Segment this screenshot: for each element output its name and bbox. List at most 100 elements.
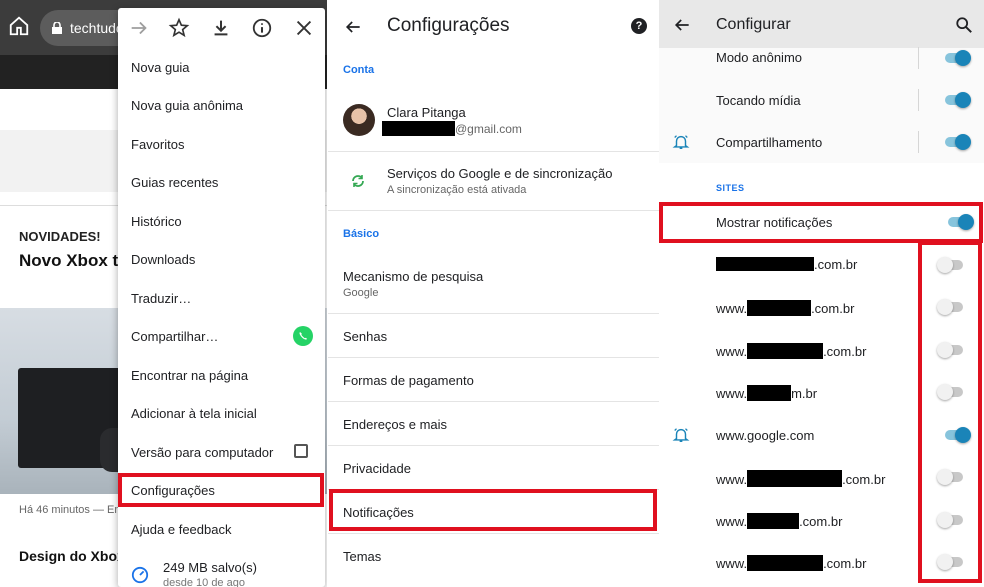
settings-item-privacy[interactable]: Privacidade	[343, 461, 411, 476]
redacted-domain	[747, 300, 812, 316]
whatsapp-icon[interactable]	[293, 326, 313, 346]
redacted-domain	[747, 385, 792, 401]
divider	[328, 210, 659, 211]
settings-panel: Configurações ? Conta Clara Pitanga @gma…	[328, 0, 659, 587]
divider	[918, 89, 919, 111]
site-row-3[interactable]: www. .com.br	[716, 343, 866, 359]
toggle-media[interactable]	[943, 91, 971, 109]
site-toggle-6[interactable]	[937, 468, 965, 486]
menu-item-help[interactable]: Ajuda e feedback	[131, 522, 231, 537]
divider	[328, 401, 659, 402]
account-email: @gmail.com	[455, 122, 522, 136]
site-row-2[interactable]: www. .com.br	[716, 300, 854, 316]
site-suffix: .com.br	[823, 556, 867, 571]
site-row-4[interactable]: www. m.br	[716, 385, 817, 401]
sites-section-label: SITES	[716, 183, 745, 193]
site-toggle-8[interactable]	[937, 553, 965, 571]
menu-item-add-to-home[interactable]: Adicionar à tela inicial	[131, 406, 257, 421]
toggle-show-notifications[interactable]	[946, 213, 974, 231]
page-title: Configurar	[716, 16, 791, 33]
menu-item-new-tab[interactable]: Nova guia	[131, 60, 190, 75]
menu-item-bookmarks[interactable]: Favoritos	[131, 137, 184, 152]
menu-item-desktop-site[interactable]: Versão para computador	[131, 445, 273, 460]
menu-item-share[interactable]: Compartilhar…	[131, 329, 218, 344]
url-text: techtudo	[70, 20, 124, 36]
channel-media-label[interactable]: Tocando mídia	[716, 93, 801, 108]
toggle-sharing[interactable]	[943, 133, 971, 151]
menu-item-recent-tabs[interactable]: Guias recentes	[131, 175, 218, 190]
redacted-domain	[747, 470, 843, 487]
menu-item-downloads[interactable]: Downloads	[131, 252, 195, 267]
site-prefix: www.google.com	[716, 428, 815, 443]
sync-icon	[352, 175, 364, 187]
site-prefix: www.	[716, 472, 748, 487]
settings-item-themes[interactable]: Temas	[343, 549, 381, 564]
site-suffix: .com.br	[799, 514, 843, 529]
lock-icon	[52, 22, 62, 34]
channel-sharing-label[interactable]: Compartilhamento	[716, 135, 822, 150]
site-toggle-7[interactable]	[937, 511, 965, 529]
account-name[interactable]: Clara Pitanga	[387, 105, 466, 120]
search-icon[interactable]	[955, 16, 973, 34]
site-toggle-5[interactable]	[943, 426, 971, 444]
site-row-1[interactable]: .com.br	[716, 257, 857, 272]
info-icon[interactable]	[251, 17, 273, 39]
menu-item-translate[interactable]: Traduzir…	[131, 291, 191, 306]
sync-title[interactable]: Serviços do Google e de sincronização	[387, 166, 612, 181]
menu-item-find-in-page[interactable]: Encontrar na página	[131, 368, 248, 383]
site-row-5[interactable]: www.google.com	[716, 428, 814, 443]
site-suffix: .com.br	[823, 344, 867, 359]
star-icon[interactable]	[168, 17, 190, 39]
site-prefix: www.	[716, 386, 748, 401]
site-suffix: m.br	[791, 386, 818, 401]
site-suffix: .com.br	[811, 301, 855, 316]
back-arrow-icon[interactable]	[343, 17, 363, 37]
section-basic: Básico	[343, 228, 380, 240]
site-prefix: www.	[716, 556, 748, 571]
menu-item-incognito-tab[interactable]: Nova guia anônima	[131, 98, 243, 113]
avatar[interactable]	[343, 104, 375, 136]
site-toggle-4[interactable]	[937, 383, 965, 401]
highlight-site-toggles	[918, 241, 982, 583]
show-notifications-label[interactable]: Mostrar notificações	[716, 215, 832, 230]
site-row-8[interactable]: www. .com.br	[716, 555, 866, 571]
site-toggle-1[interactable]	[937, 256, 965, 274]
data-saved-title[interactable]: 249 MB salvo(s)	[163, 560, 257, 575]
page-title: Configurações	[387, 15, 510, 36]
desktop-site-checkbox[interactable]	[294, 444, 308, 458]
search-engine-title[interactable]: Mecanismo de pesquisa	[343, 269, 483, 284]
divider	[918, 47, 919, 69]
site-toggle-2[interactable]	[937, 298, 965, 316]
chrome-overflow-menu: Nova guia Nova guia anônima Favoritos Gu…	[118, 8, 325, 587]
help-icon[interactable]: ?	[631, 18, 647, 34]
site-toggle-3[interactable]	[937, 341, 965, 359]
news-label: NOVIDADES!	[19, 229, 101, 244]
site-suffix: .com.br	[814, 257, 858, 272]
divider	[328, 489, 659, 490]
site-row-7[interactable]: www. .com.br	[716, 513, 842, 529]
download-icon[interactable]	[210, 17, 232, 39]
home-icon[interactable]	[8, 15, 30, 37]
site-row-6[interactable]: www. .com.br	[716, 470, 885, 487]
settings-item-passwords[interactable]: Senhas	[343, 329, 387, 344]
menu-item-settings[interactable]: Configurações	[131, 483, 215, 498]
menu-toolbar	[118, 8, 325, 48]
close-icon[interactable]	[293, 17, 315, 39]
channel-incognito-label[interactable]: Modo anônimo	[716, 50, 802, 65]
forward-icon[interactable]	[128, 17, 150, 39]
toggle-incognito[interactable]	[943, 49, 971, 67]
redacted-domain	[747, 555, 824, 571]
redacted-domain	[747, 513, 800, 529]
site-prefix: www.	[716, 301, 748, 316]
notification-settings-panel: Configurar Modo anônimo Tocando mídia Co…	[659, 0, 984, 587]
settings-item-payment[interactable]: Formas de pagamento	[343, 373, 474, 388]
browser-panel: techtudo NOVIDADES! Novo Xbox te lançame…	[0, 0, 327, 587]
redacted-domain	[716, 257, 814, 271]
section-account: Conta	[343, 64, 375, 76]
settings-item-notifications[interactable]: Notificações	[343, 505, 414, 520]
bell-icon	[672, 135, 690, 150]
back-arrow-icon[interactable]	[672, 15, 692, 35]
search-engine-value: Google	[343, 287, 379, 299]
menu-item-history[interactable]: Histórico	[131, 214, 182, 229]
settings-item-addresses[interactable]: Endereços e mais	[343, 417, 447, 432]
